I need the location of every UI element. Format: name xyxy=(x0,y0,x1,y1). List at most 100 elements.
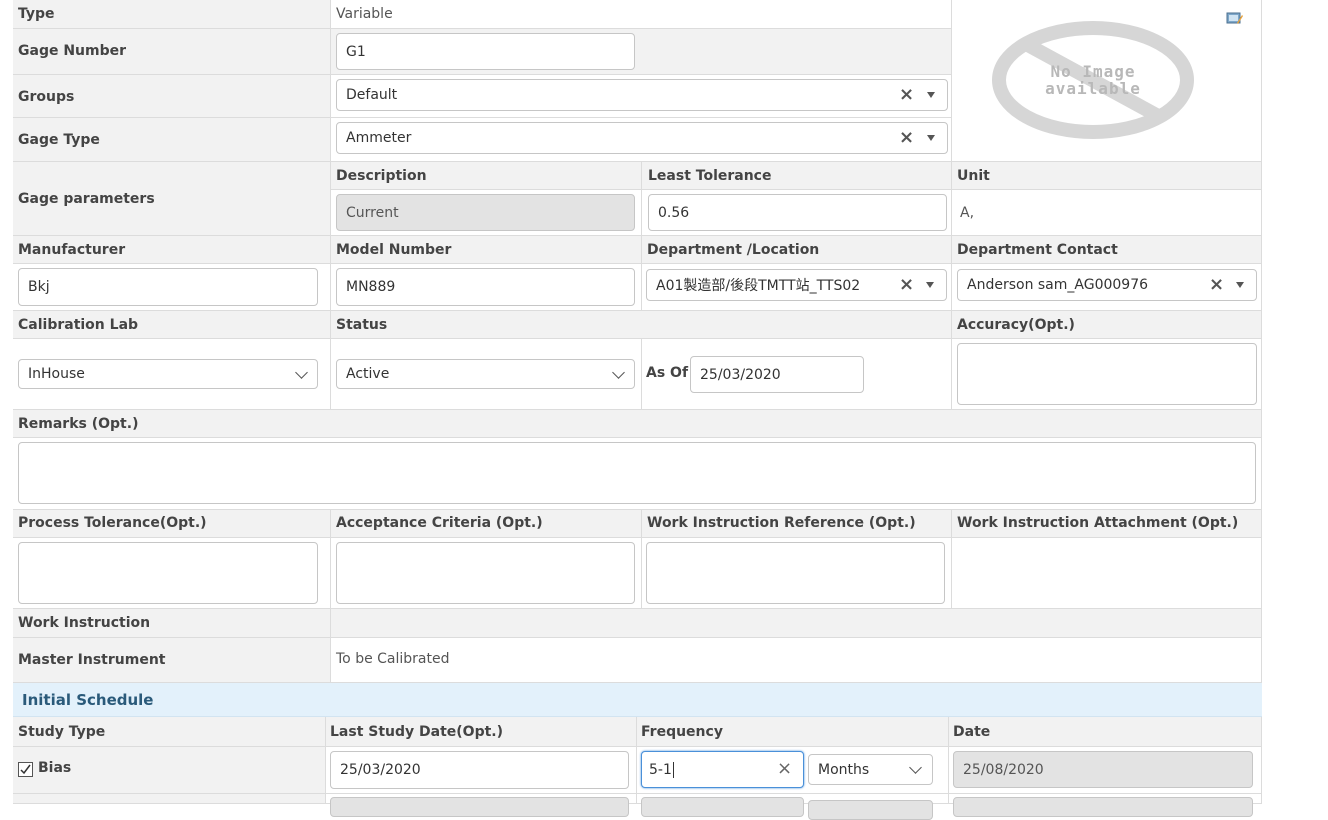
acceptance-criteria-value-cell xyxy=(331,538,642,609)
description-header: Description xyxy=(336,168,427,184)
as-of-cell: As Of 25/03/2020 xyxy=(642,339,952,410)
work-instruction-value-cell xyxy=(331,609,1262,638)
text-cursor xyxy=(672,761,674,778)
groups-value-cell: Default × xyxy=(331,75,952,118)
last-study-date-input[interactable]: 25/03/2020 xyxy=(330,751,629,789)
model-number-label: Model Number xyxy=(336,242,452,258)
study-type-header-cell: Study Type xyxy=(13,717,326,747)
gage-number-label: Gage Number xyxy=(18,43,127,59)
work-instruction-label-cell: Work Instruction xyxy=(13,609,331,638)
wi-attachment-label: Work Instruction Attachment (Opt.) xyxy=(957,515,1239,531)
last-study-date-header: Last Study Date(Opt.) xyxy=(330,724,504,740)
edit-image-icon[interactable] xyxy=(1226,11,1243,25)
description-value-cell: Current xyxy=(331,190,642,236)
as-of-date-input[interactable]: 25/03/2020 xyxy=(690,356,864,393)
calibration-lab-label: Calibration Lab xyxy=(18,317,139,333)
frequency-unit-value: Months xyxy=(818,761,870,778)
description-header-cell: Description xyxy=(331,162,642,190)
least-tolerance-header: Least Tolerance xyxy=(648,168,772,184)
wi-attachment-value-cell[interactable] xyxy=(952,538,1262,609)
bias-study-type-label: Bias xyxy=(38,760,72,776)
process-tolerance-header-cell: Process Tolerance(Opt.) xyxy=(13,510,331,538)
groups-clear-icon[interactable]: × xyxy=(899,84,914,105)
manufacturer-value-cell: Bkj xyxy=(13,264,331,311)
department-contact-dropdown-icon[interactable] xyxy=(1236,282,1244,288)
manufacturer-header-cell: Manufacturer xyxy=(13,236,331,264)
groups-dropdown-icon[interactable] xyxy=(927,92,935,98)
department-location-dropdown-icon[interactable] xyxy=(926,282,934,288)
least-tolerance-input[interactable]: 0.56 xyxy=(648,194,947,231)
department-location-value: A01製造部/後段TMTT站_TTS02 xyxy=(656,278,861,294)
status-header-cell: Status xyxy=(331,311,952,339)
accuracy-textarea[interactable] xyxy=(957,343,1257,405)
date-header-cell: Date xyxy=(949,717,1262,747)
calibration-lab-header-cell: Calibration Lab xyxy=(13,311,331,339)
gage-type-dropdown-icon[interactable] xyxy=(927,135,935,141)
department-location-label: Department /Location xyxy=(647,242,820,258)
department-location-select[interactable]: A01製造部/後段TMTT站_TTS02 × xyxy=(646,269,947,301)
next-date-field xyxy=(953,797,1253,817)
remarks-value-cell xyxy=(13,438,1262,510)
master-instrument-value-cell: To be Calibrated xyxy=(331,638,1262,683)
initial-schedule-header: Initial Schedule xyxy=(13,683,1262,717)
calibration-lab-select[interactable]: InHouse xyxy=(18,359,318,389)
gage-type-clear-icon[interactable]: × xyxy=(899,127,914,148)
department-location-clear-icon[interactable]: × xyxy=(899,274,914,295)
unit-header: Unit xyxy=(957,168,990,184)
department-contact-select[interactable]: Anderson sam_AG000976 × xyxy=(957,269,1257,301)
gage-parameters-label-cell: Gage parameters xyxy=(13,162,331,236)
department-contact-clear-icon[interactable]: × xyxy=(1209,274,1224,295)
gage-number-label-cell: Gage Number xyxy=(13,29,331,75)
remarks-textarea[interactable] xyxy=(18,442,1256,504)
type-value-cell: Variable xyxy=(331,0,952,29)
acceptance-criteria-label: Acceptance Criteria (Opt.) xyxy=(336,515,543,531)
type-label-cell: Type xyxy=(13,0,331,29)
no-image-placeholder: No Image available xyxy=(990,20,1196,141)
gage-number-input[interactable]: G1 xyxy=(336,33,635,70)
status-select[interactable]: Active xyxy=(336,359,635,389)
manufacturer-input[interactable]: Bkj xyxy=(18,268,318,306)
frequency-input[interactable]: 5-1 × xyxy=(641,751,804,788)
type-value: Variable xyxy=(336,6,393,22)
groups-select[interactable]: Default × xyxy=(336,79,948,111)
frequency-unit-select[interactable]: Months xyxy=(808,754,933,785)
master-instrument-label: Master Instrument xyxy=(18,652,166,668)
table-row-next-last-study xyxy=(326,794,637,817)
wi-reference-textarea[interactable] xyxy=(646,542,945,604)
no-image-line2: available xyxy=(1045,79,1141,98)
department-contact-value-cell: Anderson sam_AG000976 × xyxy=(952,264,1262,311)
remarks-label: Remarks (Opt.) xyxy=(18,416,139,432)
department-contact-value: Anderson sam_AG000976 xyxy=(967,277,1149,293)
gage-type-select-value: Ammeter xyxy=(346,130,412,146)
frequency-clear-icon[interactable]: × xyxy=(777,758,792,779)
unit-header-cell: Unit xyxy=(952,162,1262,190)
gage-parameters-label: Gage parameters xyxy=(18,191,155,207)
table-row-next-date xyxy=(949,794,1262,817)
table-row-bias-study-type: Bias xyxy=(13,747,326,794)
department-contact-label: Department Contact xyxy=(957,242,1118,258)
wi-reference-label: Work Instruction Reference (Opt.) xyxy=(647,515,916,531)
table-row-next-frequency xyxy=(637,794,949,820)
frequency-value: 5-1 xyxy=(649,761,672,778)
date-header: Date xyxy=(953,724,991,740)
initial-schedule-title: Initial Schedule xyxy=(22,691,154,709)
next-frequency-unit-field xyxy=(808,800,933,820)
table-row-bias-frequency: 5-1 × Months xyxy=(637,747,949,794)
acceptance-criteria-textarea[interactable] xyxy=(336,542,635,604)
wi-reference-value-cell xyxy=(642,538,952,609)
acceptance-criteria-header-cell: Acceptance Criteria (Opt.) xyxy=(331,510,642,538)
process-tolerance-label: Process Tolerance(Opt.) xyxy=(18,515,207,531)
model-number-input[interactable]: MN889 xyxy=(336,268,635,306)
process-tolerance-value-cell xyxy=(13,538,331,609)
next-frequency-field xyxy=(641,797,804,817)
description-input: Current xyxy=(336,194,635,231)
wi-reference-header-cell: Work Instruction Reference (Opt.) xyxy=(642,510,952,538)
gage-type-select[interactable]: Ammeter × xyxy=(336,122,948,154)
wi-attachment-header-cell: Work Instruction Attachment (Opt.) xyxy=(952,510,1262,538)
status-value-cell: Active xyxy=(331,339,642,410)
table-row-bias-date: 25/08/2020 xyxy=(949,747,1262,794)
process-tolerance-textarea[interactable] xyxy=(18,542,318,604)
scheduled-date-field: 25/08/2020 xyxy=(953,751,1253,788)
gage-type-label: Gage Type xyxy=(18,132,100,148)
bias-checkbox[interactable] xyxy=(18,762,33,777)
